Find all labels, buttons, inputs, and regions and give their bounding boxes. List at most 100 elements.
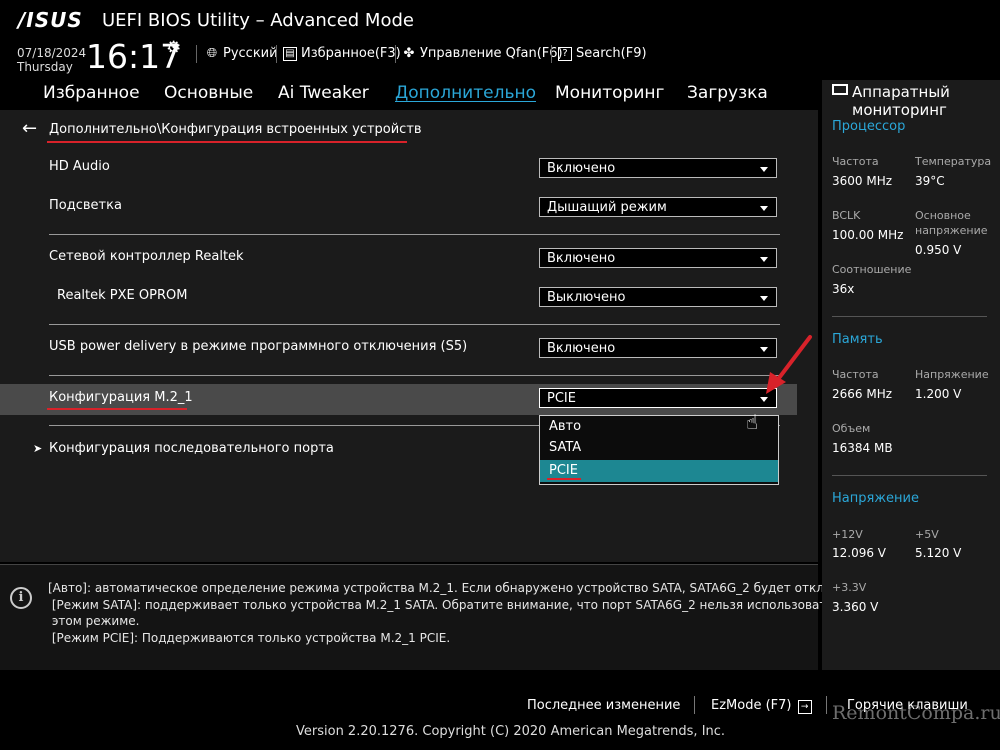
ezmode-label: EzMode (F7) [711,698,792,713]
usb-power-select[interactable]: Включено [539,338,777,358]
hw-divider [832,316,987,317]
qfan-label: Управление Qfan(F6) [420,46,563,61]
setting-label-pxe-oprom: Realtek PXE OPROM [57,288,188,303]
setting-label-lighting: Подсветка [49,198,122,213]
gear-icon[interactable]: ⚙ [166,38,181,58]
search-label: Search(F9) [576,46,647,61]
hw-title-line: мониторинг [852,101,947,119]
memory-section-title: Память [832,332,883,347]
pxe-oprom-select[interactable]: Выключено [539,287,777,307]
mem-volt-label: Напряжение [915,368,989,381]
mem-volt-value: 1.200 V [915,387,962,401]
tab-monitor[interactable]: Мониторинг [555,83,664,103]
header-separator [196,45,197,63]
mem-freq-value: 2666 MHz [832,387,893,401]
ratio-label: Соотношение [832,263,912,276]
cpu-temp-label: Температура [915,155,992,168]
mem-size-value: 16384 MB [832,441,893,455]
favorites-icon: ▤ [283,46,297,61]
setting-label-realtek-lan: Сетевой контроллер Realtek [49,249,244,264]
help-line: этом режиме. [48,614,140,628]
back-arrow-icon[interactable]: ← [22,118,37,139]
mem-freq-label: Частота [832,368,879,381]
exit-icon: → [797,700,812,714]
divider [49,234,780,235]
realtek-lan-select[interactable]: Включено [539,248,777,268]
footer-separator [826,696,827,714]
option-sata[interactable]: SATA [540,437,778,459]
cpu-temp-value: 39°C [915,174,945,188]
chevron-right-icon: ➤ [33,442,43,455]
m2-config-dropdown: Авто SATA PCIE [539,415,779,485]
monitor-icon [832,84,848,95]
hw-monitor-title: Аппаратный мониторинг [852,83,950,119]
tab-boot[interactable]: Загрузка [687,83,768,103]
setting-label-m2-config: Конфигурация M.2_1 [49,390,193,405]
tab-main[interactable]: Основные [164,83,253,103]
annotation-underline [547,478,581,480]
last-change-button[interactable]: Последнее изменение [527,698,680,713]
hw-divider [832,475,987,476]
globe-icon: 🌐︎ [206,45,218,61]
bclk-label: BCLK [832,209,861,222]
cpu-section-title: Процессор [832,119,906,134]
footer-separator [694,696,695,714]
option-auto[interactable]: Авто [540,416,778,438]
bclk-value: 100.00 MHz [832,228,904,242]
help-line: [Режим SATA]: поддерживает только устрой… [48,598,845,612]
lighting-value: Дышащий режим [547,200,667,215]
favorites-label: Избранное(F3) [301,46,401,61]
help-line: [Режим PCIE]: Поддерживаются только устр… [48,631,451,645]
tab-favorites[interactable]: Избранное [43,83,140,103]
v33-label: +3.3V [832,581,867,594]
submenu-serial-port[interactable]: Конфигурация последовательного порта [49,441,334,456]
core-volt-label-line: Основное [915,209,971,222]
header-separator [395,45,396,63]
tab-advanced[interactable]: Дополнительно [395,83,536,103]
chevron-down-icon [760,296,768,301]
v5-value: 5.120 V [915,546,962,560]
ezmode-button[interactable]: EzMode (F7) → [711,698,812,714]
chevron-down-icon [760,167,768,172]
hd-audio-select[interactable]: Включено [539,158,777,178]
m2-config-value: PCIE [547,391,576,406]
divider [49,324,780,325]
annotation-underline [47,141,407,143]
setting-label-hd-audio: HD Audio [49,159,110,174]
pxe-oprom-value: Выключено [547,290,626,305]
breadcrumb: Дополнительно\Конфигурация встроенных ус… [49,122,422,137]
m2-config-select[interactable]: PCIE [539,388,777,408]
voltage-section-title: Напряжение [832,491,919,506]
realtek-lan-value: Включено [547,251,616,266]
ratio-value: 36x [832,282,855,296]
qfan-button[interactable]: ✤ Управление Qfan(F6) [402,46,563,61]
cpu-freq-value: 3600 MHz [832,174,893,188]
v12-value: 12.096 V [832,546,887,560]
date-display: 07/18/2024 Thursday [17,46,86,74]
watermark: RemontCompa.ru [832,702,1000,724]
fan-icon: ✤ [403,45,415,61]
usb-power-value: Включено [547,341,616,356]
core-volt-value: 0.950 V [915,243,962,257]
lighting-select[interactable]: Дышащий режим [539,197,777,217]
favorites-button[interactable]: ▤ Избранное(F3) [283,46,401,61]
header-separator [551,45,552,63]
mem-size-label: Объем [832,422,871,435]
v5-label: +5V [915,528,939,541]
language-button[interactable]: 🌐︎ Русский [205,46,278,61]
annotation-arrow-icon [766,335,812,394]
hand-cursor-icon: ☝ [746,410,759,434]
chevron-down-icon [760,257,768,262]
language-label: Русский [223,46,278,61]
version-text: Version 2.20.1276. Copyright (C) 2020 Am… [296,724,726,739]
chevron-down-icon [760,206,768,211]
tab-ai-tweaker[interactable]: Ai Tweaker [278,83,369,103]
date-text: 07/18/2024 [17,46,87,60]
app-title: UEFI BIOS Utility – Advanced Mode [102,10,414,31]
hd-audio-value: Включено [547,161,616,176]
search-button[interactable]: ? Search(F9) [558,46,647,61]
annotation-underline [47,408,187,410]
divider [49,375,780,376]
asus-logo: /ISUS [18,8,83,32]
core-volt-label: Основное напряжение [915,208,988,238]
